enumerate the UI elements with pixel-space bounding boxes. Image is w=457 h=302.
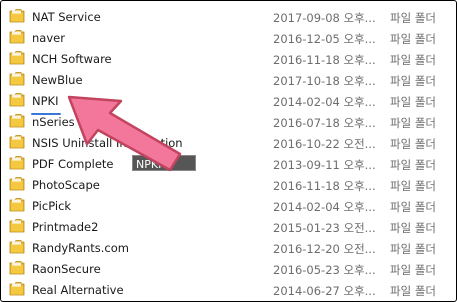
file-type: 파일 폴더: [390, 137, 436, 151]
folder-icon: [9, 113, 25, 128]
file-row-newblue[interactable]: NewBlue 2017-10-18 오후... 파일 폴더: [1, 69, 456, 90]
file-type: 파일 폴더: [390, 263, 436, 277]
date-modified: 2014-06-27 오후...: [273, 284, 376, 298]
folder-icon: [9, 260, 25, 275]
date-modified: 2017-09-08 오후...: [273, 11, 376, 25]
file-name: NCH Software: [32, 52, 112, 66]
file-row-nsis-uninstall-information[interactable]: NSIS Uninstall Information 2016-10-22 오전.…: [1, 132, 456, 153]
date-modified: 2016-10-22 오전...: [273, 137, 376, 151]
folder-icon: [9, 134, 25, 149]
file-name: Real Alternative: [32, 283, 124, 297]
file-type: 파일 폴더: [390, 32, 436, 46]
file-type: 파일 폴더: [390, 95, 436, 109]
date-modified: 2014-02-04 오후...: [273, 95, 376, 109]
file-row-picpick[interactable]: PicPick 2014-02-04 오후... 파일 폴더: [1, 195, 456, 216]
file-type: 파일 폴더: [390, 221, 436, 235]
file-type: 파일 폴더: [390, 53, 436, 67]
file-row-photoscape[interactable]: PhotoScape 2016-11-18 오후... 파일 폴더: [1, 174, 456, 195]
file-name: nSeries: [32, 115, 75, 129]
folder-icon: [9, 281, 25, 296]
file-type: 파일 폴더: [390, 200, 436, 214]
folder-icon: [9, 218, 25, 233]
file-type: 파일 폴더: [390, 11, 436, 25]
date-modified: 2016-12-20 오전...: [273, 242, 376, 256]
file-name: RaonSecure: [32, 262, 101, 276]
date-modified: 2014-02-04 오후...: [273, 200, 376, 214]
folder-icon: [9, 176, 25, 191]
file-row-nch-software[interactable]: NCH Software 2016-11-18 오후... 파일 폴더: [1, 48, 456, 69]
folder-icon: [9, 50, 25, 65]
date-modified: 2016-05-23 오후...: [273, 263, 376, 277]
date-modified: 2017-10-18 오후...: [273, 74, 376, 88]
file-name: NAT Service: [32, 10, 101, 24]
file-row-npki[interactable]: NPKI 2014-02-04 오후... 파일 폴더: [1, 90, 456, 111]
date-modified: 2016-11-18 오후...: [273, 53, 376, 67]
date-modified: 2016-11-18 오후...: [273, 179, 376, 193]
file-row-pdf-complete[interactable]: PDF Complete 2013-09-11 오후... 파일 폴더: [1, 153, 456, 174]
file-row-real-alternative[interactable]: Real Alternative 2014-06-27 오후... 파일 폴더: [1, 279, 456, 300]
file-row-raonsecure[interactable]: RaonSecure 2016-05-23 오후... 파일 폴더: [1, 258, 456, 279]
file-row-nat-service[interactable]: NAT Service 2017-09-08 오후... 파일 폴더: [1, 6, 456, 27]
file-name: NSIS Uninstall Information: [32, 136, 183, 150]
file-name: Printmade2: [32, 220, 99, 234]
file-type: 파일 폴더: [390, 284, 436, 298]
file-name: NewBlue: [32, 73, 83, 87]
file-name: naver: [32, 31, 65, 45]
date-modified: 2013-09-11 오후...: [273, 158, 376, 172]
file-row-naver[interactable]: naver 2016-12-05 오후... 파일 폴더: [1, 27, 456, 48]
file-name: PhotoScape: [32, 178, 100, 192]
file-name: PDF Complete: [32, 157, 114, 171]
file-type: 파일 폴더: [390, 74, 436, 88]
file-type: 파일 폴더: [390, 179, 436, 193]
date-modified: 2016-12-05 오후...: [273, 32, 376, 46]
date-modified: 2016-07-18 오후...: [273, 116, 376, 130]
file-name: PicPick: [32, 199, 72, 213]
name-tooltip: NPKI: [132, 155, 196, 171]
date-modified: 2015-01-23 오전...: [273, 221, 376, 235]
file-name: RandyRants.com: [32, 241, 129, 255]
file-row-printmade2[interactable]: Printmade2 2015-01-23 오전... 파일 폴더: [1, 216, 456, 237]
folder-icon: [9, 8, 25, 23]
file-type: 파일 폴더: [390, 242, 436, 256]
file-row-nseries[interactable]: nSeries 2016-07-18 오후... 파일 폴더: [1, 111, 456, 132]
folder-icon: [9, 155, 25, 170]
file-list-window: NAT Service 2017-09-08 오후... 파일 폴더 naver 201…: [0, 0, 457, 302]
file-type: 파일 폴더: [390, 158, 436, 172]
folder-icon: [9, 197, 25, 212]
file-row-randyrants-com[interactable]: RandyRants.com 2016-12-20 오전... 파일 폴더: [1, 237, 456, 258]
file-type: 파일 폴더: [390, 116, 436, 130]
file-name: NPKI: [32, 94, 59, 108]
folder-icon: [9, 71, 25, 86]
folder-icon: [9, 239, 25, 254]
folder-icon: [9, 29, 25, 44]
folder-icon: [9, 92, 25, 107]
selection-underline: [31, 113, 61, 115]
